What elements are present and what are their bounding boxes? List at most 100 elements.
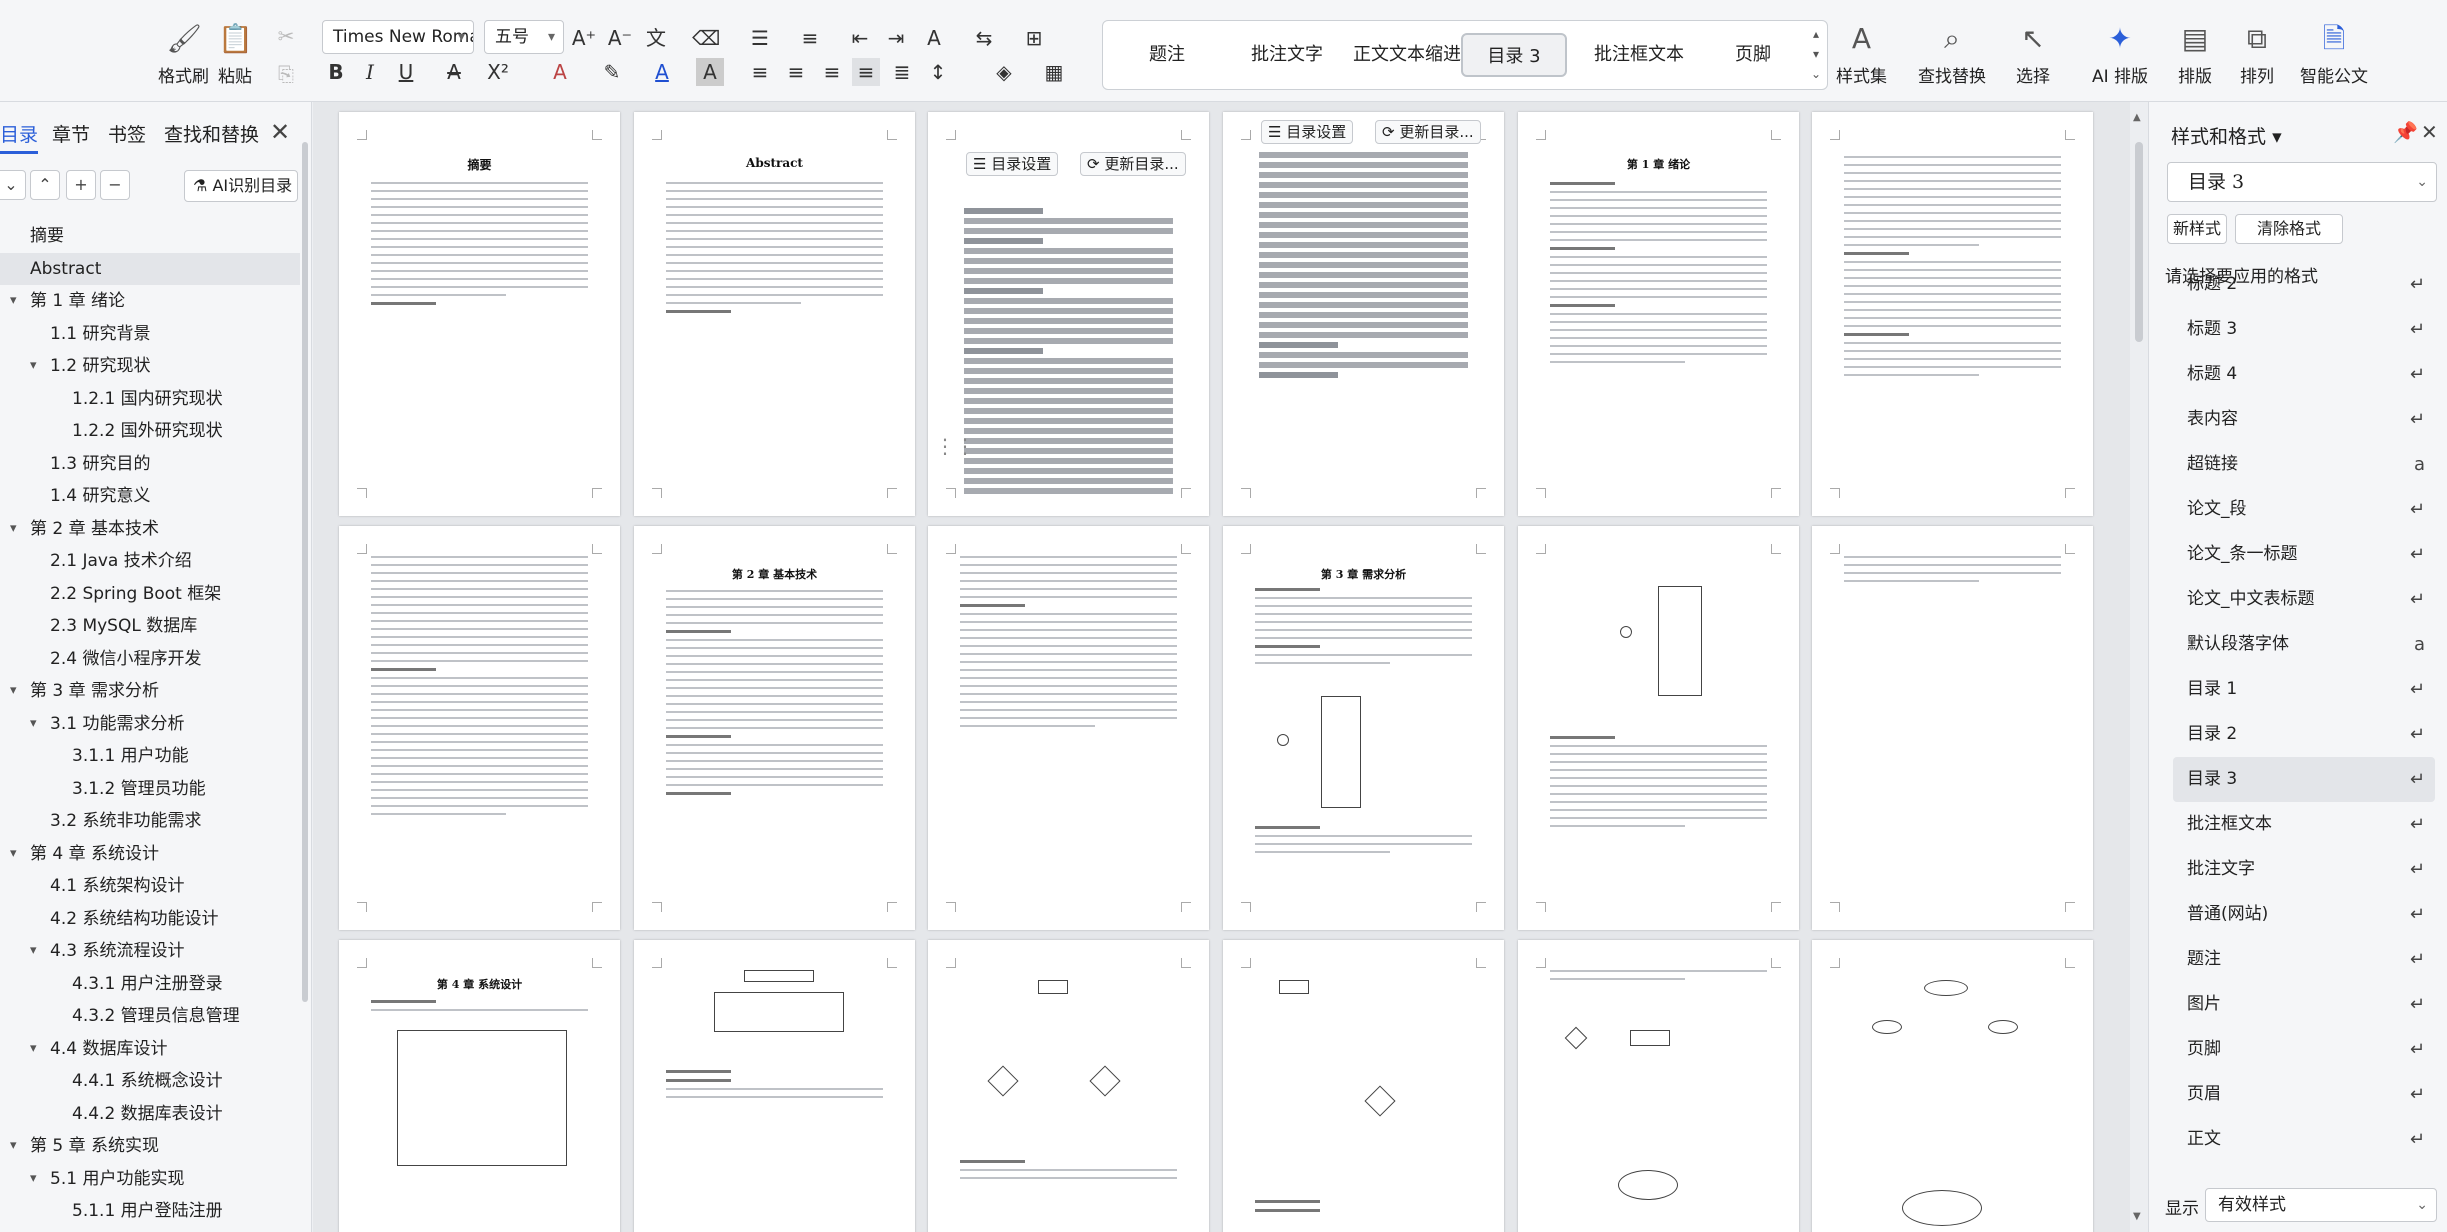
- select-button[interactable]: ↖ 选择: [2016, 22, 2050, 87]
- align-right-icon[interactable]: ≡: [818, 58, 846, 86]
- expand-toggle-icon[interactable]: ▾: [30, 1033, 37, 1066]
- style-item[interactable]: 目录 3 ↵: [2173, 757, 2435, 802]
- page-chapter-3[interactable]: 第 3 章 需求分析: [1223, 526, 1504, 930]
- tab-chapters[interactable]: 章节: [52, 120, 90, 147]
- gallery-style-caption[interactable]: 题注: [1127, 33, 1207, 77]
- toc-item[interactable]: 1.2.2 国外研究现状: [0, 415, 300, 448]
- page-er-diagram-1[interactable]: [1518, 940, 1799, 1232]
- page-chapter-1[interactable]: 第 1 章 绪论: [1518, 112, 1799, 516]
- style-item[interactable]: 标题 4 ↵: [2173, 352, 2435, 397]
- chinese-layout-icon[interactable]: A: [920, 24, 948, 52]
- toc-item[interactable]: 5.1.1 用户登陆注册: [0, 1195, 300, 1228]
- toc-item[interactable]: ▾ 4.4 数据库设计: [0, 1033, 300, 1066]
- page-chapter-1-cont[interactable]: [1812, 112, 2093, 516]
- char-shading-icon[interactable]: A: [696, 58, 724, 86]
- arrange-button[interactable]: ⧉ 排列: [2240, 22, 2274, 87]
- scroll-up-icon[interactable]: ▲: [2133, 112, 2141, 123]
- toc-item[interactable]: ▾ 第 4 章 系统设计: [0, 838, 300, 871]
- smart-doc-button[interactable]: 🗎 智能公文: [2300, 22, 2368, 87]
- page-chapter-4-structure[interactable]: [634, 940, 915, 1232]
- page-abstract-en[interactable]: Abstract: [634, 112, 915, 516]
- scrollbar-thumb[interactable]: [2135, 142, 2143, 342]
- gallery-more-icon[interactable]: ⌄: [1809, 67, 1823, 81]
- style-item[interactable]: 论文_条一标题 ↵: [2173, 532, 2435, 577]
- format-painter-button[interactable]: 🖌 格式刷: [158, 22, 209, 87]
- style-item[interactable]: 页眉 ↵: [2173, 1072, 2435, 1117]
- text-direction-icon[interactable]: ⇆: [970, 24, 998, 52]
- phonetic-guide-icon[interactable]: 文: [642, 24, 670, 52]
- ai-layout-button[interactable]: ✦ AI 排版: [2092, 22, 2148, 87]
- toc-item[interactable]: 4.1 系统架构设计: [0, 870, 300, 903]
- expand-toggle-icon[interactable]: ▾: [30, 935, 37, 968]
- toc-item[interactable]: ▾ 第 1 章 绪论: [0, 285, 300, 318]
- toc-item[interactable]: 1.2.1 国内研究现状: [0, 383, 300, 416]
- remove-icon[interactable]: −: [100, 170, 130, 200]
- underline-icon[interactable]: U: [392, 58, 420, 86]
- expand-toggle-icon[interactable]: ▾: [30, 708, 37, 741]
- drag-handle-icon[interactable]: ⋮⋮: [935, 434, 975, 458]
- gallery-style-toc3[interactable]: 目录 3: [1461, 33, 1567, 77]
- toc-item[interactable]: ▾ 第 2 章 基本技术: [0, 513, 300, 546]
- toc-item[interactable]: ▾ 1.2 研究现状: [0, 350, 300, 383]
- copy-icon[interactable]: ⎘: [272, 60, 300, 88]
- shading-icon[interactable]: ◈: [990, 58, 1018, 86]
- style-item[interactable]: 目录 1 ↵: [2173, 667, 2435, 712]
- document-scrollbar[interactable]: ▲ ▼: [2130, 102, 2148, 1232]
- shrink-font-icon[interactable]: A⁻: [606, 24, 634, 52]
- font-size-select[interactable]: 五号 ▾: [484, 20, 564, 54]
- style-item[interactable]: 题注 ↵: [2173, 937, 2435, 982]
- page-toc-2[interactable]: ☰ 目录设置 ⟳ 更新目录...: [1223, 112, 1504, 516]
- page-abstract-cn[interactable]: 摘要: [339, 112, 620, 516]
- style-item[interactable]: 图片 ↵: [2173, 982, 2435, 1027]
- new-style-button[interactable]: 新样式: [2167, 214, 2227, 244]
- tab-toc[interactable]: 目录: [0, 120, 39, 154]
- page-flowchart-2[interactable]: [1223, 940, 1504, 1232]
- text-effect-icon[interactable]: A: [546, 58, 574, 86]
- italic-icon[interactable]: I: [356, 58, 384, 86]
- update-toc-button[interactable]: ⟳ 更新目录...: [1375, 120, 1481, 144]
- gallery-style-comment-text[interactable]: 批注文字: [1237, 33, 1337, 77]
- page-chapter-3-cont[interactable]: [1518, 526, 1799, 930]
- update-toc-button[interactable]: ⟳ 更新目录...: [1080, 152, 1186, 176]
- clear-format-button[interactable]: 清除格式: [2235, 214, 2343, 244]
- find-replace-button[interactable]: ⌕ 查找替换: [1918, 22, 1986, 87]
- styles-pane-title[interactable]: 样式和格式 ▾: [2171, 122, 2282, 149]
- toc-item[interactable]: 4.3.2 管理员信息管理: [0, 1000, 300, 1033]
- scroll-down-icon[interactable]: ▼: [2133, 1211, 2141, 1222]
- ai-toc-button[interactable]: ⚗ AI识别目录: [184, 170, 298, 202]
- expand-toggle-icon[interactable]: ▾: [10, 285, 17, 318]
- distribute-icon[interactable]: ≣: [888, 58, 916, 86]
- toc-item[interactable]: ▾ 5.1 用户功能实现: [0, 1163, 300, 1196]
- toc-item[interactable]: 3.1.2 管理员功能: [0, 773, 300, 806]
- page-er-diagram-2[interactable]: [1812, 940, 2093, 1232]
- page-chapter-1-end[interactable]: [339, 526, 620, 930]
- typeset-button[interactable]: ▤ 排版: [2178, 22, 2212, 87]
- toc-settings-button[interactable]: ☰ 目录设置: [1261, 120, 1354, 144]
- superscript-icon[interactable]: X²: [484, 58, 512, 86]
- style-filter-select[interactable]: 有效样式 ⌄: [2205, 1188, 2437, 1222]
- toc-item[interactable]: 4.4.1 系统概念设计: [0, 1065, 300, 1098]
- close-icon[interactable]: ✕: [2421, 120, 2438, 144]
- highlight-icon[interactable]: ✎: [598, 58, 626, 86]
- toc-item[interactable]: 4.4.2 数据库表设计: [0, 1098, 300, 1131]
- style-item[interactable]: 标题 3 ↵: [2173, 307, 2435, 352]
- grow-font-icon[interactable]: A⁺: [570, 24, 598, 52]
- toc-item[interactable]: 2.4 微信小程序开发: [0, 643, 300, 676]
- style-item[interactable]: 页脚 ↵: [2173, 1027, 2435, 1072]
- toc-item[interactable]: 2.1 Java 技术介绍: [0, 545, 300, 578]
- close-icon[interactable]: ✕: [270, 118, 290, 146]
- gallery-style-balloon-text[interactable]: 批注框文本: [1575, 33, 1703, 77]
- page-chapter-3-end[interactable]: [1812, 526, 2093, 930]
- tab-bookmarks[interactable]: 书签: [108, 120, 146, 147]
- bullets-icon[interactable]: ☰: [746, 24, 774, 52]
- numbering-icon[interactable]: ≡: [796, 24, 824, 52]
- border-icon[interactable]: ▦: [1040, 58, 1068, 86]
- tab-find-replace[interactable]: 查找和替换: [164, 120, 259, 147]
- font-name-select[interactable]: Times New Roma ▾: [322, 20, 474, 54]
- nav-scrollbar[interactable]: [302, 142, 308, 1002]
- expand-toggle-icon[interactable]: ▾: [10, 838, 17, 871]
- toc-item[interactable]: 1.4 研究意义: [0, 480, 300, 513]
- increase-indent-icon[interactable]: ⇥: [882, 24, 910, 52]
- toc-item[interactable]: 3.1.1 用户功能: [0, 740, 300, 773]
- toc-item[interactable]: 4.3.1 用户注册登录: [0, 968, 300, 1001]
